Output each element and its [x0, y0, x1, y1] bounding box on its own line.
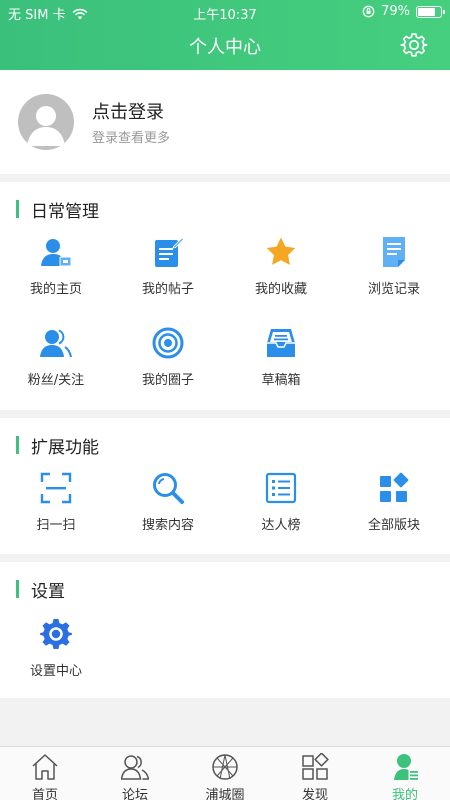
post-icon: [155, 237, 184, 267]
star-icon: [266, 237, 296, 265]
section-title-text: 日常管理: [31, 201, 99, 222]
menu-item-label: 达人榜: [261, 518, 301, 533]
followers-icon: [40, 329, 72, 358]
tab-forum[interactable]: 论坛: [90, 751, 180, 800]
section-daily-management: 日常管理 我的主页 我的帖子 我的收藏 浏览记录 粉丝/关注 我的圈子 草稿箱: [0, 182, 450, 410]
me-icon: [394, 754, 418, 780]
section-title-text: 设置: [31, 581, 65, 602]
menu-item-label: 我的帖子: [141, 282, 194, 297]
scan-icon: [40, 472, 72, 504]
discover-icon: [302, 753, 329, 780]
tab-label: 论坛: [121, 788, 148, 800]
section-title: 设置: [0, 574, 65, 604]
section-title: 日常管理: [0, 194, 99, 224]
home-icon: [32, 754, 58, 780]
profile-card[interactable]: 点击登录 登录查看更多: [0, 70, 450, 174]
user-home-icon: [41, 239, 72, 267]
section-settings: 设置 设置中心: [0, 562, 450, 698]
menu-item-label: 全部版块: [367, 518, 420, 533]
tab-pucheng-circle[interactable]: 浦城圈: [180, 751, 270, 800]
settings-icon: [40, 619, 72, 649]
section-title: 扩展功能: [0, 430, 99, 460]
tab-label: 发现: [301, 788, 328, 800]
menu-item-label: 设置中心: [29, 664, 82, 679]
avatar[interactable]: [18, 94, 74, 150]
ranking-list-icon: [265, 472, 297, 504]
circle-icon: [152, 327, 184, 359]
default-avatar-icon: [27, 106, 65, 146]
forum-icon: [121, 755, 149, 780]
menu-item-ranking[interactable]: 达人榜: [225, 472, 337, 552]
tab-bar: 首页 论坛 浦城圈 发现 我的: [0, 746, 450, 800]
clock-text: 上午10:37: [193, 8, 257, 23]
status-bar: 无 SIM 卡 上午10:37 79%: [0, 0, 450, 24]
tab-home[interactable]: 首页: [0, 751, 90, 800]
menu-item-scan[interactable]: 扫一扫: [0, 472, 112, 552]
menu-item-my-posts[interactable]: 我的帖子: [112, 236, 224, 316]
section-extended-functions: 扩展功能 扫一扫 搜索内容 达人榜 全部版块: [0, 418, 450, 554]
rotation-lock-icon: [362, 5, 375, 18]
menu-item-search[interactable]: 搜索内容: [112, 472, 224, 552]
menu-item-label: 我的圈子: [141, 373, 194, 388]
history-icon: [383, 237, 405, 267]
menu-item-label: 浏览记录: [367, 282, 420, 297]
section-title-text: 扩展功能: [31, 437, 99, 458]
search-icon: [153, 473, 184, 504]
tab-discover[interactable]: 发现: [270, 751, 360, 800]
menu-item-browse-history[interactable]: 浏览记录: [338, 236, 450, 316]
tab-label: 我的: [391, 788, 418, 800]
menu-item-drafts[interactable]: 草稿箱: [225, 327, 337, 407]
menu-item-my-circles[interactable]: 我的圈子: [112, 327, 224, 407]
gear-icon[interactable]: [400, 31, 428, 59]
menu-item-label: 搜索内容: [141, 518, 194, 533]
tab-label: 首页: [31, 788, 58, 800]
header: 无 SIM 卡 上午10:37 79% 个人中心: [0, 0, 450, 70]
menu-item-label: 粉丝/关注: [27, 373, 85, 388]
menu-item-label: 扫一扫: [36, 518, 76, 533]
menu-item-label: 草稿箱: [261, 373, 301, 388]
login-title[interactable]: 点击登录: [92, 98, 164, 124]
tab-label: 浦城圈: [205, 788, 245, 800]
battery-percent: 79%: [381, 4, 410, 19]
menu-item-settings-center[interactable]: 设置中心: [0, 618, 112, 698]
pucheng-circle-icon: [212, 754, 238, 780]
login-subtitle: 登录查看更多: [92, 131, 171, 146]
menu-item-label: 我的收藏: [254, 282, 307, 297]
menu-item-my-favorites[interactable]: 我的收藏: [225, 236, 337, 316]
battery-icon: [416, 5, 445, 18]
page-title: 个人中心: [189, 37, 261, 58]
all-sections-icon: [380, 472, 409, 502]
tab-me[interactable]: 我的: [360, 751, 450, 800]
menu-item-all-sections[interactable]: 全部版块: [338, 472, 450, 552]
menu-item-followers[interactable]: 粉丝/关注: [0, 327, 112, 407]
menu-item-my-homepage[interactable]: 我的主页: [0, 236, 112, 316]
menu-item-label: 我的主页: [29, 282, 82, 297]
drafts-icon: [267, 329, 295, 357]
